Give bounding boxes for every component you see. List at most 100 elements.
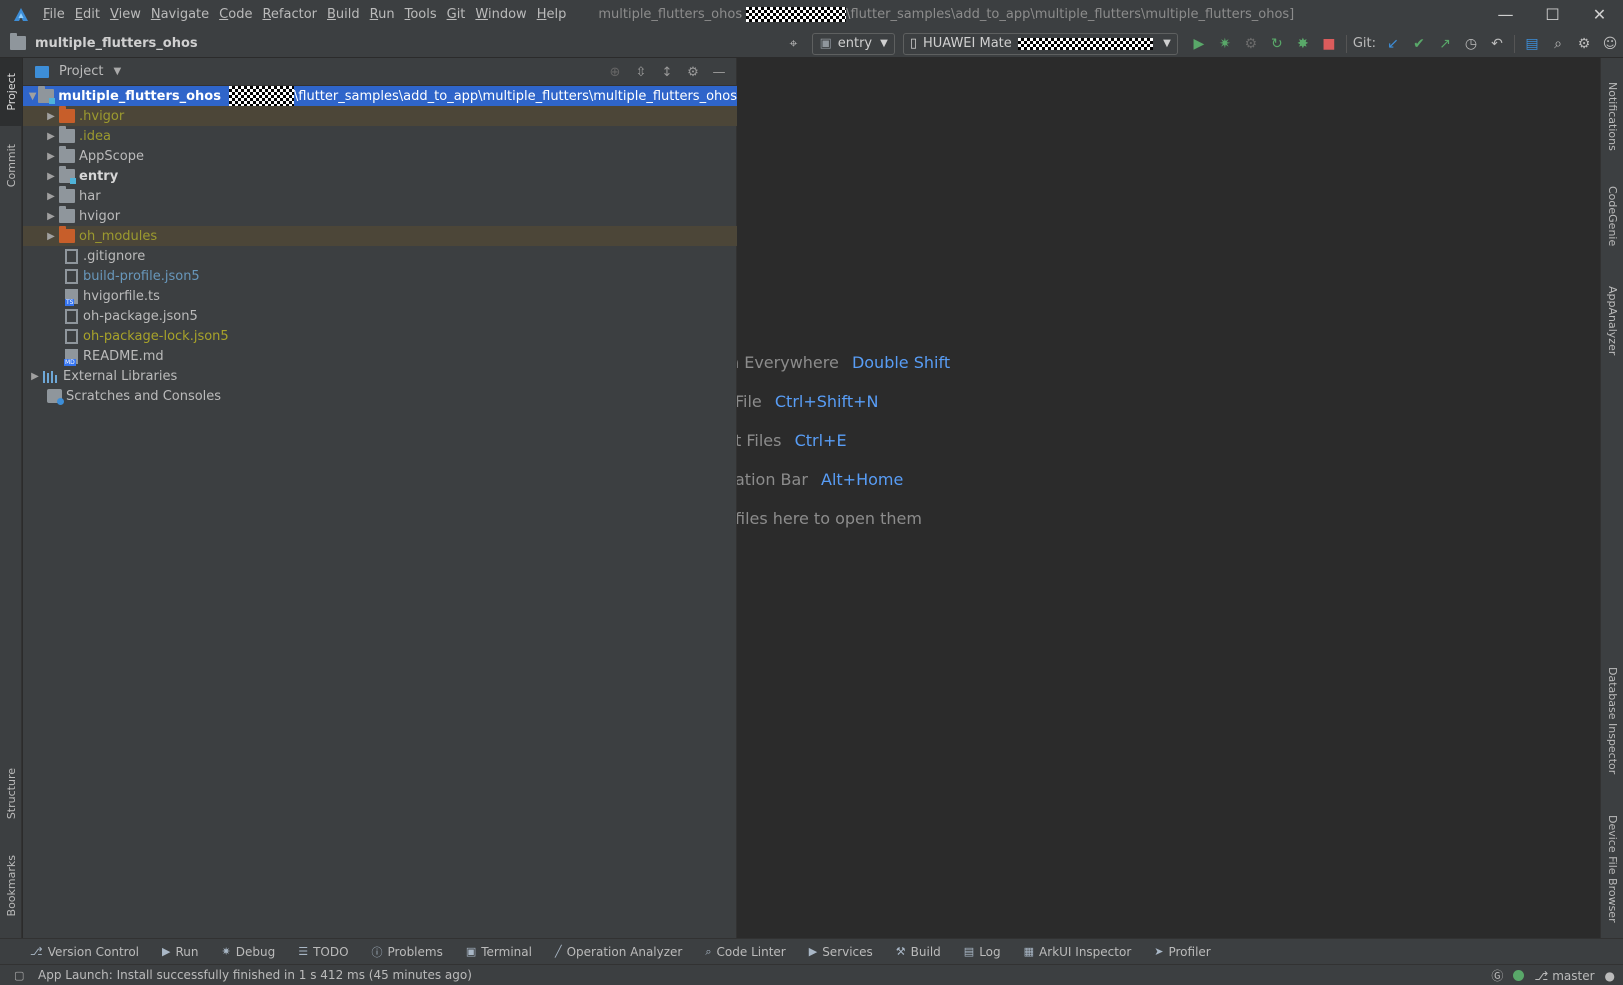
menu-edit[interactable]: Edit [71, 0, 104, 29]
tree-item-oh-package-lock[interactable]: oh-package-lock.json5 [23, 326, 737, 346]
tree-item-build-profile[interactable]: build-profile.json5 [23, 266, 737, 286]
tool-tab-project[interactable]: Project [0, 58, 22, 126]
notification-status-icon[interactable]: ● [1605, 969, 1615, 983]
device-select[interactable]: ▯ HUAWEI Mate ▼ [902, 32, 1178, 55]
chevron-right-icon[interactable]: ▶ [43, 111, 59, 122]
project-view-selector[interactable]: Project [59, 64, 103, 79]
tool-tab-commit[interactable]: Commit [0, 132, 22, 200]
history-icon[interactable]: ◷ [1458, 29, 1484, 58]
menu-build[interactable]: Build [323, 0, 364, 29]
bottom-tab-run[interactable]: ▶ Run [162, 945, 198, 959]
status-message[interactable]: App Launch: Install successfully finishe… [38, 968, 472, 982]
tree-item-hvigorfile[interactable]: hvigorfile.ts [23, 286, 737, 306]
select-opened-file-icon[interactable]: ⊕ [602, 58, 628, 86]
chevron-right-icon[interactable]: ▶ [43, 211, 59, 222]
git-update-icon[interactable]: ↙ [1380, 29, 1406, 58]
run-icon[interactable]: ▶ [1186, 29, 1212, 58]
chevron-right-icon[interactable]: ▶ [43, 151, 59, 162]
menu-file[interactable]: File [39, 0, 69, 29]
git-push-icon[interactable]: ↗ [1432, 29, 1458, 58]
search-icon[interactable]: ⌕ [1545, 29, 1571, 58]
settings-gear-icon[interactable]: ⚙ [1571, 29, 1597, 58]
tree-item-oh-package[interactable]: oh-package.json5 [23, 306, 737, 326]
menu-view[interactable]: View [106, 0, 145, 29]
close-window-button[interactable]: ✕ [1576, 0, 1623, 29]
bottom-tab-arkui-inspector[interactable]: ▦ ArkUI Inspector [1024, 945, 1132, 959]
tree-item-entry[interactable]: ▶ entry [23, 166, 737, 186]
bottom-tab-code-linter[interactable]: ⌕ Code Linter [705, 945, 785, 959]
menu-navigate[interactable]: Navigate [147, 0, 213, 29]
codegenie-status-icon[interactable]: Ⓖ [1491, 967, 1503, 984]
device-status-dot-icon[interactable] [1513, 970, 1525, 981]
apply-changes-icon[interactable]: ↻ [1264, 29, 1290, 58]
menu-window[interactable]: Window [471, 0, 530, 29]
chevron-right-icon[interactable]: ▶ [43, 131, 59, 142]
bottom-tab-debug[interactable]: ✷ Debug [222, 945, 276, 959]
hide-panel-icon[interactable]: — [706, 58, 732, 86]
git-branch-label[interactable]: master [1552, 969, 1594, 983]
bottom-tab-services[interactable]: ▶ Services [809, 945, 873, 959]
expand-all-icon[interactable]: ⇳ [628, 58, 654, 86]
tool-tab-appanalyzer[interactable]: AppAnalyzer [1601, 276, 1623, 366]
chevron-right-icon[interactable]: ▶ [43, 231, 59, 242]
folder-icon [59, 186, 75, 203]
maximize-button[interactable]: ☐ [1529, 0, 1576, 29]
bottom-tab-build[interactable]: ⚒ Build [896, 945, 941, 959]
rollback-icon[interactable]: ↶ [1484, 29, 1510, 58]
chevron-down-icon[interactable]: ▼ [113, 66, 121, 77]
tree-item-readme[interactable]: README.md [23, 346, 737, 366]
tree-item-appscope[interactable]: ▶ AppScope [23, 146, 737, 166]
debug-icon[interactable]: ✷ [1212, 29, 1238, 58]
tree-item-external-libraries[interactable]: ▶ External Libraries [23, 366, 737, 386]
attach-debugger-icon[interactable]: ⚙ [1238, 29, 1264, 58]
collapse-all-icon[interactable]: ↕ [654, 58, 680, 86]
run-config-select[interactable]: ▣ entry ▼ [812, 32, 895, 55]
profile-icon[interactable]: ✸ [1290, 29, 1316, 58]
tool-tab-codegenie[interactable]: CodeGenie [1601, 176, 1623, 256]
bottom-tab-version-control[interactable]: ⎇ Version Control [30, 945, 139, 959]
menu-code[interactable]: Code [215, 0, 256, 29]
chevron-right-icon[interactable]: ▶ [43, 171, 59, 182]
bottom-tab-operation-analyzer[interactable]: ╱ Operation Analyzer [555, 945, 682, 959]
target-icon[interactable]: ⌖ [780, 29, 806, 58]
bottom-tab-log[interactable]: ▤ Log [964, 945, 1001, 959]
bottom-tab-terminal[interactable]: ▣ Terminal [466, 945, 532, 959]
json-file-icon [65, 328, 78, 344]
stop-icon[interactable]: ■ [1316, 29, 1342, 58]
tree-item-scratches[interactable]: Scratches and Consoles [23, 386, 737, 406]
menu-refactor[interactable]: Refactor [258, 0, 321, 29]
menu-git[interactable]: Git [443, 0, 470, 29]
project-panel-header: Project ▼ ⊕ ⇳ ↕ ⚙ — [23, 58, 736, 86]
tree-item-oh-modules[interactable]: ▶ oh_modules [23, 226, 737, 246]
tool-tab-bookmarks[interactable]: Bookmarks [0, 846, 22, 926]
tree-item-har[interactable]: ▶ har [23, 186, 737, 206]
breadcrumb[interactable]: multiple_flutters_ohos [10, 33, 198, 51]
menu-help[interactable]: Help [533, 0, 571, 29]
tool-tab-structure[interactable]: Structure [0, 758, 22, 830]
git-commit-icon[interactable]: ✔ [1406, 29, 1432, 58]
chevron-down-icon[interactable]: ▼ [27, 91, 38, 102]
minimize-button[interactable]: — [1482, 0, 1529, 29]
bottom-tab-todo[interactable]: ☰ TODO [298, 945, 348, 959]
chevron-right-icon[interactable]: ▶ [43, 191, 59, 202]
tool-tab-notifications[interactable]: Notifications [1601, 66, 1623, 166]
tree-item-hvigor-dir[interactable]: ▶ .hvigor [23, 106, 737, 126]
menu-run[interactable]: Run [366, 0, 399, 29]
tool-tab-device-file-browser[interactable]: Device File Browser [1601, 806, 1623, 931]
chevron-right-icon[interactable]: ▶ [27, 371, 43, 382]
account-icon[interactable]: ☺ [1597, 29, 1623, 58]
menu-tools[interactable]: Tools [401, 0, 441, 29]
editor-empty-area[interactable]: n Everywhere Double Shift File Ctrl+Shif… [737, 58, 1600, 938]
tree-item-hvigor[interactable]: ▶ hvigor [23, 206, 737, 226]
tree-item-idea[interactable]: ▶ .idea [23, 126, 737, 146]
bottom-tab-problems[interactable]: ⓘ Problems [372, 944, 443, 960]
tree-root[interactable]: ▼ multiple_flutters_ohos \flutter_sample… [23, 86, 737, 106]
tool-tab-database-inspector[interactable]: Database Inspector [1601, 656, 1623, 786]
gear-icon[interactable]: ⚙ [680, 58, 706, 86]
breadcrumb-project[interactable]: multiple_flutters_ohos [35, 36, 198, 51]
tree-item-label: entry [79, 168, 119, 184]
bottom-tab-profiler[interactable]: ➤ Profiler [1154, 945, 1210, 959]
tree-item-gitignore[interactable]: .gitignore [23, 246, 737, 266]
toggle-tool-windows-icon[interactable]: ▢ [14, 969, 24, 982]
project-structure-icon[interactable]: ▤ [1519, 29, 1545, 58]
